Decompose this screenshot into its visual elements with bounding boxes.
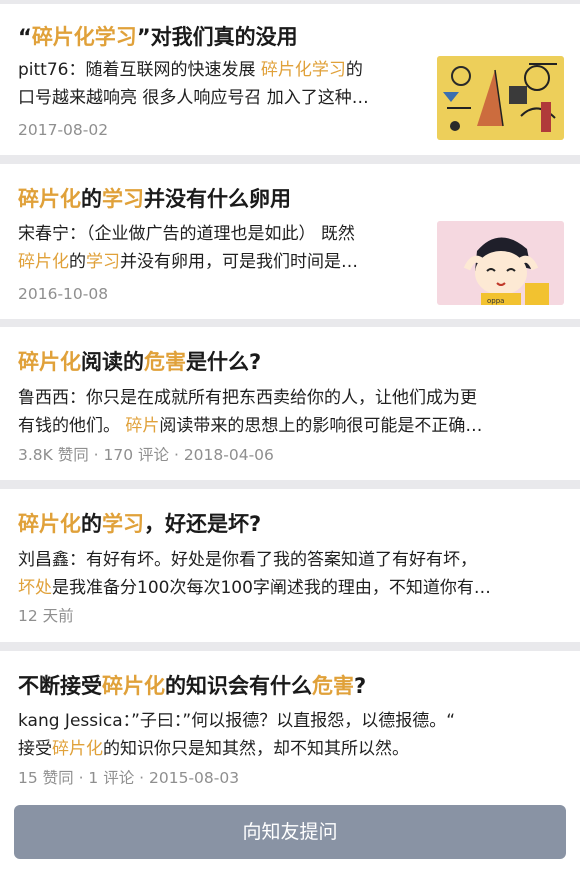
result-title[interactable]: 碎片化的学习并没有什么卵用 (18, 184, 562, 214)
text-segment: 宋春宁：（企业做广告的道理也是如此） 既然 (18, 224, 355, 244)
highlighted-keyword: 碎片化 (18, 512, 81, 536)
highlighted-keyword: 碎片化 (18, 187, 81, 211)
excerpt-line: 有钱的他们。 碎片阅读带来的思想上的影响很可能是不正确… (18, 412, 564, 440)
result-title[interactable]: “碎片化学习”对我们真的没用 (18, 22, 562, 52)
highlighted-keyword: 碎片化 (102, 674, 165, 698)
result-title[interactable]: 不断接受碎片化的知识会有什么危害? (18, 671, 562, 701)
highlighted-keyword: 碎片化 (18, 252, 69, 272)
highlighted-keyword: 学习 (102, 512, 144, 536)
excerpt-line: 坏处是我准备分100次每次100字阐述我的理由，不知道你有… (18, 574, 564, 602)
text-segment: pitt76：随着互联网的快速发展 (18, 60, 261, 80)
text-segment: 接受 (18, 739, 52, 759)
text-segment: 的 (81, 512, 102, 536)
text-segment: ”对我们真的没用 (136, 25, 298, 49)
highlighted-keyword: 坏处 (18, 578, 52, 598)
result-title[interactable]: 碎片化阅读的危害是什么? (18, 347, 562, 377)
excerpt-line: 接受碎片化的知识你只是知其然，却不知其所以然。 (18, 735, 564, 763)
excerpt-line: 口号越来越响亮 很多人响应号召 加入了这种… (18, 84, 418, 112)
text-segment: “ (18, 25, 32, 49)
result-meta: 2016-10-08 (18, 285, 109, 303)
result-card[interactable]: “碎片化学习”对我们真的没用 pitt76：随着互联网的快速发展 碎片化学习的口… (0, 4, 580, 155)
result-card[interactable]: 碎片化的学习并没有什么卵用 宋春宁：（企业做广告的道理也是如此） 既然 碎片化的学… (0, 164, 580, 319)
text-segment: ? (354, 674, 367, 698)
result-card[interactable]: 不断接受碎片化的知识会有什么危害? kang Jessica：”子曰：”何以报德… (0, 651, 580, 795)
text-segment: 阅读的 (81, 350, 144, 374)
text-segment: 是我准备分100次每次100字阐述我的理由，不知道你有… (52, 578, 491, 598)
ask-friends-button[interactable]: 向知友提问 (14, 805, 566, 859)
excerpt-line: pitt76：随着互联网的快速发展 碎片化学习的 (18, 56, 418, 84)
highlighted-keyword: 碎片化 (18, 350, 81, 374)
result-meta: 2017-08-02 (18, 121, 109, 139)
result-excerpt: kang Jessica：”子曰：”何以报德？以直报怨，以德报德。“ 接受碎片化的… (18, 707, 564, 763)
result-excerpt: 刘昌鑫：有好有坏。好处是你看了我的答案知道了有好有坏， 坏处是我准备分100次每次… (18, 546, 564, 602)
highlighted-keyword: 危害 (144, 350, 186, 374)
text-segment: 的 (345, 60, 363, 80)
result-excerpt: 宋春宁：（企业做广告的道理也是如此） 既然 碎片化的学习并没有卵用，可是我们时间是… (18, 220, 418, 276)
text-segment: 的 (81, 187, 102, 211)
excerpt-line: 碎片化的学习并没有卵用，可是我们时间是… (18, 248, 418, 276)
result-excerpt: 鲁西西：你只是在成就所有把东西卖给你的人，让他们成为更 有钱的他们。 碎片阅读带来… (18, 384, 564, 440)
text-segment: 刘昌鑫：有好有坏。好处是你看了我的答案知道了有好有坏， (18, 550, 477, 570)
excerpt-line: 刘昌鑫：有好有坏。好处是你看了我的答案知道了有好有坏， (18, 546, 564, 574)
text-segment: ，好还是坏? (144, 512, 262, 536)
text-segment: 阅读带来的思想上的影响很可能是不正确… (159, 416, 483, 436)
result-meta: 12 天前 (18, 607, 74, 625)
result-title[interactable]: 碎片化的学习，好还是坏? (18, 509, 562, 539)
highlighted-keyword: 碎片化 (52, 739, 103, 759)
text-segment: kang Jessica：”子曰：”何以报德？以直报怨，以德报德。“ (18, 711, 456, 731)
text-segment: 的知识会有什么 (165, 674, 312, 698)
result-card[interactable]: 碎片化的学习，好还是坏? 刘昌鑫：有好有坏。好处是你看了我的答案知道了有好有坏，… (0, 489, 580, 642)
text-segment: 并没有卵用，可是我们时间是… (120, 252, 358, 272)
result-meta: 15 赞同 · 1 评论 · 2015-08-03 (18, 769, 240, 787)
svg-text:oppa: oppa (487, 297, 504, 305)
thumbnail-image[interactable] (437, 56, 564, 140)
text-segment: 是什么? (186, 350, 262, 374)
excerpt-line: 鲁西西：你只是在成就所有把东西卖给你的人，让他们成为更 (18, 384, 564, 412)
highlighted-keyword: 碎片化学习 (31, 25, 137, 49)
result-excerpt: pitt76：随着互联网的快速发展 碎片化学习的口号越来越响亮 很多人响应号召 … (18, 56, 418, 112)
excerpt-line: kang Jessica：”子曰：”何以报德？以直报怨，以德报德。“ (18, 707, 564, 735)
result-meta: 3.8K 赞同 · 170 评论 · 2018-04-06 (18, 446, 274, 464)
highlighted-keyword: 学习 (86, 252, 120, 272)
text-segment: 不断接受 (18, 674, 102, 698)
result-card[interactable]: 碎片化阅读的危害是什么? 鲁西西：你只是在成就所有把东西卖给你的人，让他们成为更… (0, 327, 580, 480)
text-segment: 的 (69, 252, 86, 272)
text-segment: 的知识你只是知其然，却不知其所以然。 (103, 739, 409, 759)
bottom-action-bar: 向知友提问 (0, 795, 580, 870)
text-segment: 有钱的他们。 (18, 416, 126, 436)
text-segment: 鲁西西：你只是在成就所有把东西卖给你的人，让他们成为更 (18, 388, 477, 408)
excerpt-line: 宋春宁：（企业做广告的道理也是如此） 既然 (18, 220, 418, 248)
highlighted-keyword: 危害 (312, 674, 354, 698)
highlighted-keyword: 碎片化学习 (260, 60, 346, 80)
highlighted-keyword: 碎片 (125, 416, 160, 436)
text-segment: 口号越来越响亮 很多人响应号召 加入了这种… (18, 88, 369, 108)
thumbnail-image[interactable]: oppa (437, 221, 564, 305)
highlighted-keyword: 学习 (102, 187, 144, 211)
text-segment: 并没有什么卵用 (144, 187, 291, 211)
